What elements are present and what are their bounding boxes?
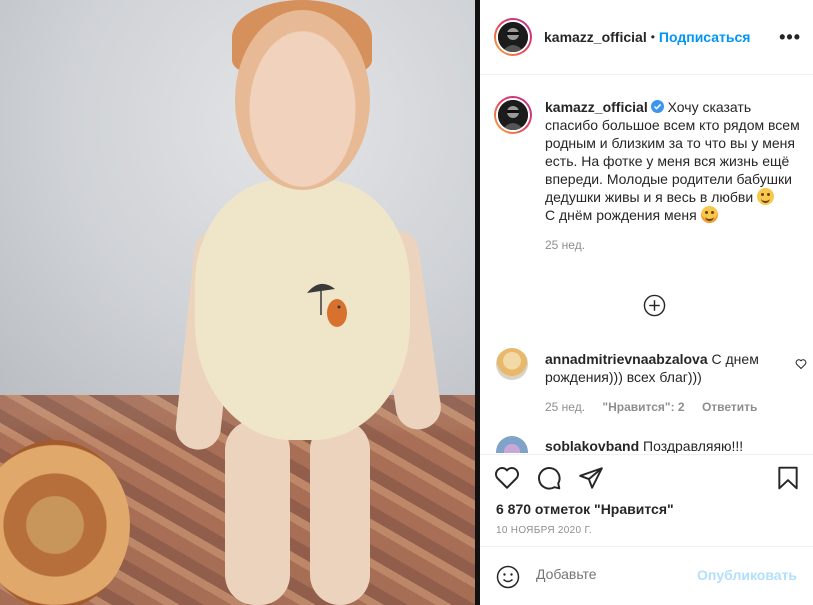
post-caption: kamazz_official Хочу сказать спасибо бол…	[545, 98, 803, 254]
post-header: kamazz_official • Подписаться •••	[480, 0, 813, 75]
username-link[interactable]: kamazz_official	[544, 29, 647, 45]
avatar[interactable]	[494, 18, 532, 56]
caption-avatar[interactable]	[494, 96, 532, 134]
photo-child-leg	[225, 420, 290, 605]
bookmark-icon[interactable]	[775, 465, 801, 491]
comment-icon[interactable]	[536, 465, 562, 491]
comment-likes[interactable]: "Нравится": 2	[602, 400, 684, 414]
heart-icon[interactable]	[494, 465, 520, 491]
photo-bird-print	[307, 283, 347, 327]
more-options-icon[interactable]: •••	[779, 28, 801, 46]
comment-text: annadmitrievnaabzalova С днем рождения))…	[545, 350, 785, 386]
publish-button[interactable]: Опубликовать	[697, 567, 797, 583]
commenter-username[interactable]: soblakovband	[545, 438, 639, 453]
comment-item: soblakovband Поздравляяю!!!	[494, 436, 809, 453]
post-photo[interactable]	[0, 0, 480, 605]
smile-icon[interactable]	[496, 565, 520, 589]
comment-text: soblakovband Поздравляяю!!!	[545, 438, 743, 453]
photo-child-face	[235, 10, 370, 190]
caption-timestamp[interactable]: 25 нед.	[545, 236, 803, 254]
caption-text-birthday: С днём рождения меня	[545, 207, 697, 223]
action-bar: 6 870 отметок "Нравится" 10 ноября 2020 …	[480, 454, 813, 544]
caption-username[interactable]: kamazz_official	[545, 99, 648, 115]
reply-button[interactable]: Ответить	[702, 400, 757, 414]
verified-icon	[650, 100, 664, 113]
plus-circle-icon[interactable]	[643, 294, 666, 317]
commenter-avatar[interactable]	[496, 436, 528, 453]
comment-heart-icon[interactable]	[795, 358, 807, 370]
post-sidebar: kamazz_official • Подписаться ••• kamazz…	[480, 0, 813, 605]
photo-child-leg	[310, 420, 370, 605]
party-face-emoji-icon	[700, 206, 718, 223]
separator-dot: •	[650, 30, 655, 44]
comment-input[interactable]	[536, 566, 686, 582]
share-icon[interactable]	[578, 465, 604, 491]
commenter-avatar[interactable]	[496, 348, 528, 380]
photo-child-bodysuit	[195, 180, 410, 440]
commenter-username[interactable]: annadmitrievnaabzalova	[545, 351, 708, 367]
comments-area[interactable]: kamazz_official Хочу сказать спасибо бол…	[480, 76, 813, 453]
smiling-hearts-emoji-icon	[757, 188, 775, 205]
comment-meta: 25 нед. "Нравится": 2 Ответить	[545, 400, 771, 414]
follow-button[interactable]: Подписаться	[659, 29, 751, 45]
comment-body: Поздравляяю!!!	[643, 438, 744, 453]
comment-composer: Опубликовать	[480, 546, 813, 605]
comment-timestamp[interactable]: 25 нед.	[545, 400, 585, 414]
avatar-person-icon	[498, 100, 528, 130]
likes-count[interactable]: 6 870 отметок "Нравится"	[496, 501, 674, 517]
post-date[interactable]: 10 ноября 2020 г.	[496, 525, 592, 536]
avatar-person-icon	[498, 22, 528, 52]
